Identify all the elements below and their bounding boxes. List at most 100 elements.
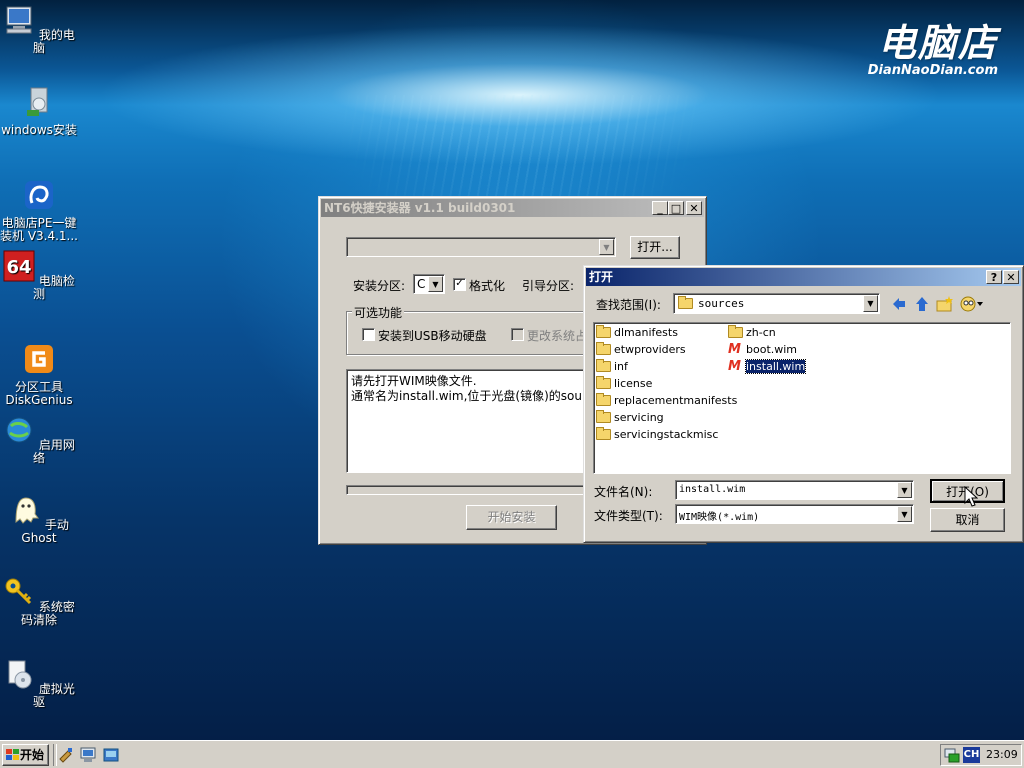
file-list-item[interactable]: servicingstackmisc [596,427,718,443]
file-list-item[interactable]: dlmanifests [596,325,678,341]
close-button[interactable]: ✕ [686,201,702,215]
desktop-icon-label: 分区工具 DiskGenius [5,380,73,407]
boot-partition-label: 引导分区: [522,279,575,293]
key-icon [5,578,32,605]
desktop-icon-password-clear[interactable]: 系统密码清除 [0,576,78,627]
wim-file-icon: M [728,359,741,374]
system-tray: CH 23:09 [940,744,1022,766]
file-list-item[interactable]: etwproviders [596,342,686,358]
desktop-icon-pe-install[interactable]: 电脑店PE一键 装机 V3.4.1... [0,166,78,243]
folder-icon [596,376,611,389]
file-list[interactable]: dlmanifests etwproviders inf license replace… [593,322,1011,474]
usb-checkbox[interactable] [362,328,375,341]
file-name: boot.wim [746,343,798,356]
desktop-icon-network[interactable]: 启用网络 [0,414,78,465]
computer-icon[interactable] [80,747,96,763]
64-detect-icon: 64 [3,250,35,282]
format-checkbox[interactable]: ✓ [453,278,466,291]
usb-label: 安装到USB移动硬盘 [378,329,487,343]
desktop-icon-virtual-drive[interactable]: 虚拟光驱 [0,658,78,709]
desktop-icon-diskgenius[interactable]: 分区工具 DiskGenius [0,330,78,407]
folder-icon [596,325,611,338]
chevron-down-icon[interactable]: ▼ [863,295,878,312]
network-icon [6,417,32,443]
wim-path-combo[interactable]: ▼ [346,237,616,257]
desktop-icon-label: 我的电脑 [32,28,75,55]
install-partition-value: C [417,277,426,291]
message-line-2: 通常名为install.wim,位于光盘(镜像)的sources [351,389,606,403]
desktop-icon-windows-install[interactable]: windows安装 [0,86,78,137]
folder-icon [596,393,611,406]
folder-icon [728,325,743,338]
file-name: replacementmanifests [614,394,738,407]
taskbar-divider [53,744,57,766]
network-tray-icon[interactable] [944,748,960,763]
folder-icon [596,427,611,440]
file-list-item[interactable]: license [596,376,652,392]
desktop-icon-label: windows安装 [1,123,77,137]
format-label: 格式化 [469,279,506,293]
open-file-dialog: 打开 ? ✕ 查找范围(I): sources ▼ dlmanifests etw… [583,265,1024,543]
svg-text:64: 64 [7,257,32,278]
message-textarea[interactable]: 请先打开WIM映像文件. 通常名为install.wim,位于光盘(镜像)的so… [346,369,606,473]
windows-install-icon [27,87,48,116]
start-button[interactable]: 开始 [2,744,49,766]
lookin-combo[interactable]: sources ▼ [673,293,880,314]
folder-icon [596,410,611,423]
cleanup-tool-icon[interactable] [58,747,74,763]
nt6-titlebar[interactable]: NT6快捷安装器 v1.1 build0301 _ □ ✕ [321,199,704,217]
file-name: zh-cn [746,326,776,339]
up-folder-icon[interactable] [914,296,930,312]
folder-icon [678,296,693,309]
file-list-item[interactable]: Minstall.wim [728,359,807,375]
lookin-label: 查找范围(I): [596,298,661,312]
file-name: servicingstackmisc [614,428,719,441]
filetype-select[interactable]: WIM映像(*.wim) ▼ [675,504,914,524]
cancel-button[interactable]: 取消 [930,508,1005,532]
chevron-down-icon[interactable]: ▼ [897,482,912,498]
filetype-value: WIM映像(*.wim) [679,512,760,523]
lookin-value: sources [698,297,745,310]
file-list-item[interactable]: replacementmanifests [596,393,737,409]
desktop-icon-label: 电脑店PE一键 装机 V3.4.1... [0,216,79,243]
open-wim-button[interactable]: 打开... [630,236,680,259]
file-list-item[interactable]: zh-cn [728,325,776,341]
start-label: 开始 [19,748,44,762]
maximize-button[interactable]: □ [668,201,684,215]
minimize-button[interactable]: _ [652,201,668,215]
file-name: etwproviders [614,343,686,356]
desktop-icon-label: 电脑检测 [32,274,75,301]
file-list-item[interactable]: servicing [596,410,664,426]
view-menu-icon[interactable] [960,295,984,313]
window-title: NT6快捷安装器 v1.1 build0301 [324,201,516,215]
file-list-item[interactable]: Mboot.wim [728,342,797,358]
desktop-icon-label: 虚拟光驱 [32,682,75,709]
diskgenius-icon [25,345,53,373]
file-list-item[interactable]: inf [596,359,628,375]
file-name: install.wim [744,359,807,374]
install-partition-select[interactable]: C ▼ [413,274,445,294]
folder-icon [596,359,611,372]
change-checkbox[interactable] [511,328,524,341]
help-button[interactable]: ? [986,270,1002,284]
back-arrow-icon[interactable] [891,296,907,312]
chevron-down-icon[interactable]: ▼ [599,239,614,255]
chevron-down-icon[interactable]: ▼ [897,506,912,522]
show-desktop-icon[interactable] [103,747,119,763]
start-install-button[interactable]: 开始安装 [466,505,557,530]
dialog-title: 打开 [589,270,614,284]
windows-logo-icon [6,749,19,760]
file-name: servicing [614,411,664,424]
filename-label: 文件名(N): [594,485,653,499]
open-dialog-titlebar[interactable]: 打开 ? ✕ [586,268,1021,286]
diannaodian-logo: 电脑店 DianNaoDian.com [867,21,998,78]
new-folder-icon[interactable] [936,295,954,313]
desktop-icon-my-computer[interactable]: 我的电脑 [0,4,78,55]
chevron-down-icon[interactable]: ▼ [428,276,443,292]
desktop-icon-pc-detect[interactable]: 64 电脑检测 [0,250,78,301]
filename-value: install.wim [679,484,746,495]
filename-input[interactable]: install.wim ▼ [675,480,914,500]
close-button[interactable]: ✕ [1003,270,1019,284]
desktop-icon-ghost[interactable]: 手动Ghost [0,494,78,545]
language-indicator[interactable]: CH [963,747,980,763]
